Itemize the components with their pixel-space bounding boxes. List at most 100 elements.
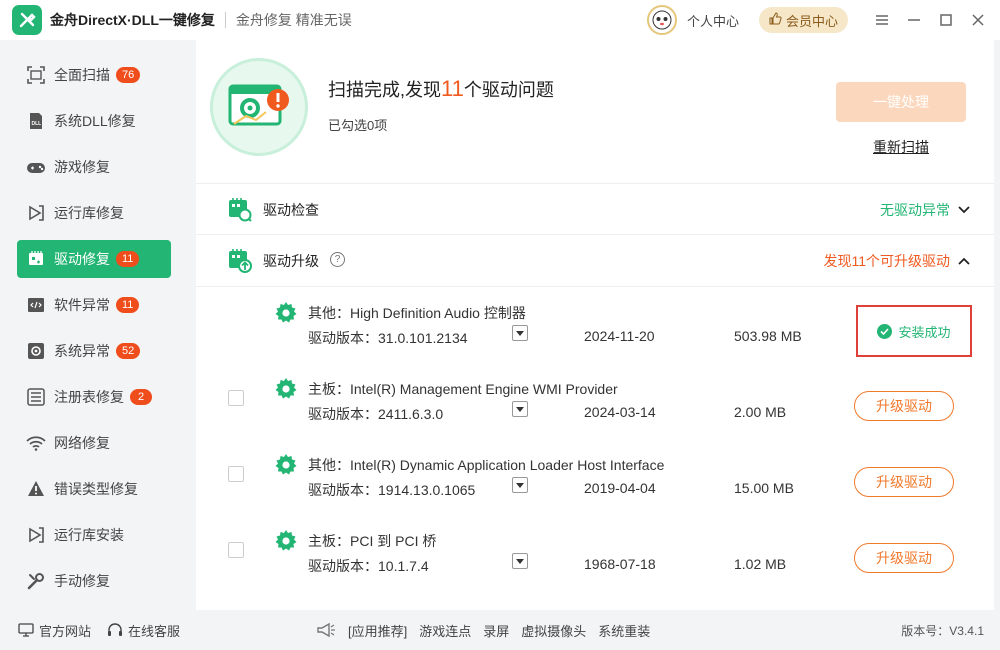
sidebar-item-label: 错误类型修复	[54, 481, 138, 497]
runtime-icon	[26, 203, 46, 223]
version-dropdown[interactable]	[512, 325, 528, 341]
version-dropdown[interactable]	[512, 401, 528, 417]
recommend-link-auto-clicker[interactable]: 游戏连点	[419, 621, 471, 640]
menu-button[interactable]	[866, 0, 898, 40]
recommend-link-virtual-camera[interactable]: 虚拟摄像头	[521, 621, 586, 640]
official-website-link[interactable]: 官方网站	[18, 621, 91, 640]
upgrade-driver-button[interactable]: 升级驱动	[854, 467, 954, 497]
avatar[interactable]	[646, 5, 677, 35]
upgrade-driver-button[interactable]: 升级驱动	[854, 391, 954, 421]
close-button[interactable]	[962, 0, 994, 40]
online-service-link[interactable]: 在线客服	[107, 621, 180, 640]
issue-count: 11	[441, 76, 464, 101]
driver-date: 2024-03-14	[584, 404, 656, 420]
sidebar-item-label: 运行库修复	[54, 205, 124, 221]
recommend-link-system-reinstall[interactable]: 系统重装	[598, 621, 650, 640]
driver-size: 2.00 MB	[734, 404, 787, 420]
app-logo-icon	[12, 5, 42, 35]
sidebar-item-system-error[interactable]: 系统异常 52	[17, 332, 171, 370]
help-icon[interactable]: ?	[330, 252, 345, 267]
sidebar-item-system-dll[interactable]: DLL 系统DLL修复	[17, 102, 171, 140]
gear-icon	[274, 377, 298, 401]
sidebar-item-runtime-repair[interactable]: 运行库修复	[17, 194, 171, 232]
gamepad-icon	[26, 157, 46, 177]
scan-result-illustration	[210, 58, 308, 156]
close-icon	[972, 14, 984, 26]
install-success-status: 安装成功	[856, 305, 972, 357]
warning-icon	[26, 479, 46, 499]
minimize-button[interactable]	[898, 0, 930, 40]
personal-center-link[interactable]: 个人中心	[687, 11, 739, 30]
rescan-link[interactable]: 重新扫描	[873, 137, 929, 157]
sidebar-item-label: 系统DLL修复	[54, 113, 136, 129]
sidebar-item-network-repair[interactable]: 网络修复	[17, 424, 171, 462]
svg-text:DLL: DLL	[32, 121, 42, 127]
dll-file-icon: DLL	[26, 111, 46, 131]
recommend-link-screen-recorder[interactable]: 录屏	[483, 621, 509, 640]
summary-title-suffix: 个驱动问题	[463, 80, 554, 100]
upgrade-driver-button[interactable]: 升级驱动	[854, 543, 954, 573]
driver-date: 1968-07-18	[584, 556, 656, 572]
selected-count: 已勾选0项	[328, 118, 388, 133]
sidebar-item-error-type-repair[interactable]: 错误类型修复	[17, 470, 171, 508]
driver-upgrade-status-text: 发现11个可升级驱动	[823, 253, 950, 269]
maximize-button[interactable]	[930, 0, 962, 40]
driver-upgrade-icon	[226, 247, 252, 273]
count-badge: 11	[116, 251, 140, 267]
driver-list: 其他：High Definition Audio 控制器 驱动版本：31.0.1…	[196, 286, 994, 606]
sidebar-item-label: 手动修复	[54, 573, 110, 589]
sidebar-item-full-scan[interactable]: 全面扫描 76	[17, 56, 171, 94]
title-divider	[224, 12, 226, 28]
driver-date: 2019-04-04	[584, 480, 656, 496]
wrench-icon	[26, 571, 46, 591]
chevron-down-icon	[516, 330, 524, 336]
sidebar-item-registry-repair[interactable]: 注册表修复 2	[17, 378, 171, 416]
driver-check-status: 无驱动异常	[880, 200, 970, 220]
sidebar-item-label: 驱动修复	[54, 251, 110, 267]
monitor-warning-icon	[228, 84, 289, 126]
gear-icon	[274, 301, 298, 325]
sidebar-item-label: 软件异常	[54, 297, 110, 313]
sidebar-item-runtime-install[interactable]: 运行库安装	[17, 516, 171, 554]
code-window-icon	[26, 295, 46, 315]
driver-checkbox[interactable]	[228, 390, 244, 406]
driver-name: 主板：Intel(R) Management Engine WMI Provid…	[308, 381, 618, 397]
runtime-install-icon	[26, 525, 46, 545]
driver-upgrade-label: 驱动升级	[263, 253, 319, 269]
maximize-icon	[940, 14, 952, 26]
sidebar-item-label: 游戏修复	[54, 159, 110, 175]
count-badge: 11	[116, 297, 140, 313]
vip-center-button[interactable]: 会员中心	[758, 7, 848, 33]
summary-title-prefix: 扫描完成,发现	[328, 80, 442, 100]
driver-name: 其他：Intel(R) Dynamic Application Loader H…	[308, 457, 665, 473]
check-circle-icon	[877, 323, 893, 339]
driver-upgrade-section[interactable]: 驱动升级 ? 发现11个可升级驱动	[196, 234, 994, 284]
driver-check-section[interactable]: 驱动检查 无驱动异常	[196, 183, 994, 233]
headset-icon	[108, 623, 123, 636]
driver-date: 2024-11-20	[584, 328, 655, 344]
sidebar-item-driver-repair[interactable]: 驱动修复 11	[17, 240, 171, 278]
sidebar-item-game-repair[interactable]: 游戏修复	[17, 148, 171, 186]
one-click-fix-button[interactable]: 一键处理	[836, 82, 966, 122]
megaphone-icon	[317, 622, 335, 638]
version-dropdown[interactable]	[512, 553, 528, 569]
sidebar-item-software-error[interactable]: 软件异常 11	[17, 286, 171, 324]
title-bar: 金舟DirectX·DLL一键修复 金舟修复 精准无误 个人中心 会员中心	[0, 0, 1000, 40]
wifi-icon	[26, 433, 46, 453]
online-service-label: 在线客服	[128, 623, 181, 639]
driver-version: 驱动版本：2411.6.3.0	[308, 406, 444, 422]
count-badge: 2	[130, 389, 152, 405]
app-title: 金舟DirectX·DLL一键修复	[50, 12, 215, 28]
list-icon	[26, 387, 46, 407]
chevron-down-icon	[516, 406, 524, 412]
thumbs-up-icon	[769, 12, 782, 28]
vip-center-label: 会员中心	[785, 13, 838, 29]
version-dropdown[interactable]	[512, 477, 528, 493]
driver-checkbox[interactable]	[228, 466, 244, 482]
sidebar-item-label: 系统异常	[54, 343, 110, 359]
sidebar-item-label: 运行库安装	[54, 527, 124, 543]
count-badge: 76	[116, 67, 141, 83]
chevron-up-icon	[958, 257, 970, 265]
sidebar-item-manual-repair[interactable]: 手动修复	[17, 562, 171, 600]
driver-checkbox[interactable]	[228, 542, 244, 558]
